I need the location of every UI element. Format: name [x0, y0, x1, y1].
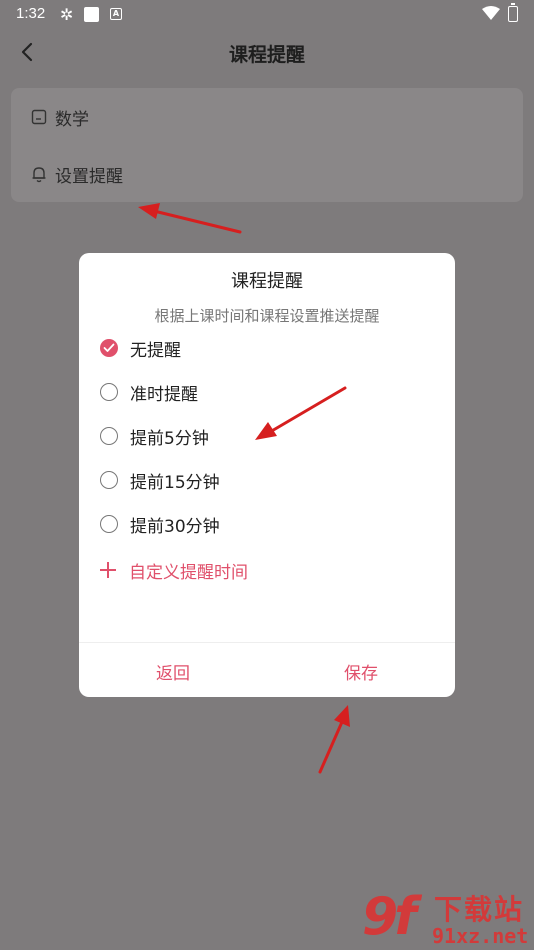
- arrow-to-set-reminder: [138, 203, 242, 234]
- arrow-to-options: [255, 386, 347, 440]
- watermark-text: 下载站: [434, 893, 525, 926]
- watermark-logo: 9f 下载站 91xz.net: [362, 888, 534, 950]
- arrow-to-save: [318, 705, 350, 774]
- annotation-arrows: [138, 203, 350, 774]
- watermark-logo-mark: 9f: [362, 887, 417, 947]
- watermark-url: 91xz.net: [432, 924, 529, 948]
